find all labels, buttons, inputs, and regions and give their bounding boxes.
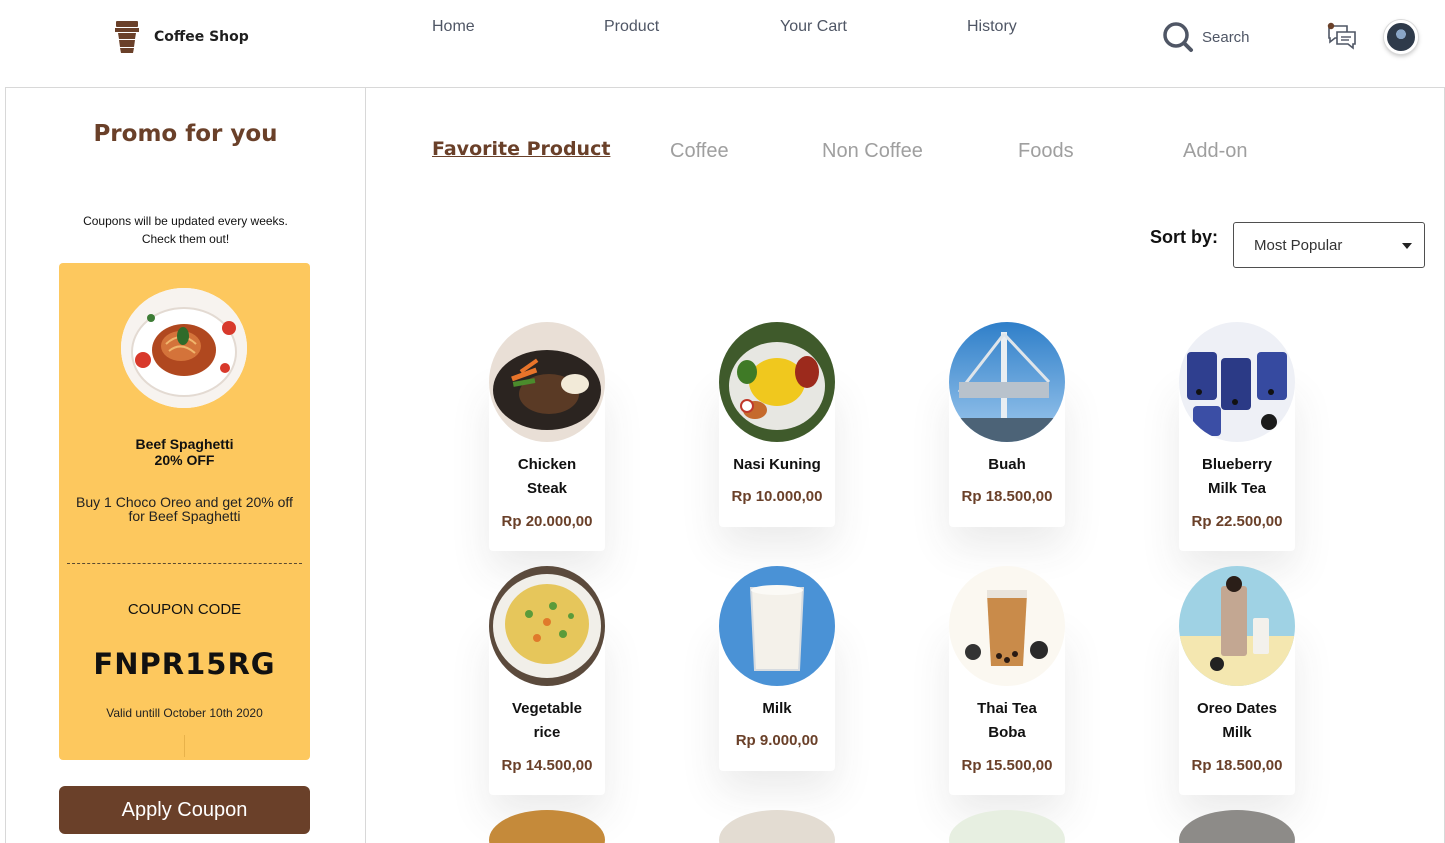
product-card-buah[interactable]: Buah Rp 18.500,00 xyxy=(949,322,1065,527)
product-price: Rp 14.500,00 xyxy=(501,757,593,774)
product-name-line1: Buah xyxy=(988,456,1026,473)
caret-down-icon xyxy=(1402,243,1412,249)
search-button[interactable]: Search xyxy=(1162,21,1250,53)
tab-non-coffee[interactable]: Non Coffee xyxy=(822,140,923,163)
coupon-validity: Valid untill October 10th 2020 xyxy=(106,706,263,720)
product-name-line1: Milk xyxy=(762,700,792,717)
sort-dropdown[interactable]: Most Popular xyxy=(1233,222,1425,268)
oreo-milk-image xyxy=(1179,566,1295,686)
coupon-discount: 20% OFF xyxy=(154,452,215,468)
user-avatar[interactable] xyxy=(1384,20,1418,54)
product-name: Chicken Steak xyxy=(489,453,605,501)
fried-rice-image xyxy=(489,566,605,686)
product-price: Rp 10.000,00 xyxy=(731,488,823,505)
product-panel: Favorite Product Coffee Non Coffee Foods… xyxy=(365,87,1445,843)
search-icon xyxy=(1163,22,1193,52)
product-name-line1: Chicken xyxy=(517,456,577,473)
product-name: Vegetable rice xyxy=(489,697,605,745)
coupon-description: Buy 1 Choco Oreo and get 20% off for Bee… xyxy=(65,495,304,523)
product-name-line1: Blueberry xyxy=(1201,456,1273,473)
promo-title: Promo for you xyxy=(93,121,278,147)
promo-description-line2: Check them out! xyxy=(141,232,230,246)
coupon-product-name: Beef Spaghetti 20% OFF xyxy=(59,436,310,468)
coupon-code: FNPR15RG xyxy=(93,647,276,681)
product-image-peek[interactable] xyxy=(719,810,835,843)
nav-home[interactable]: Home xyxy=(432,18,475,36)
coupon-description-line1: Buy 1 Choco Oreo and get 20% off xyxy=(76,494,293,510)
product-name-line2: rice xyxy=(533,724,561,741)
product-card-milk[interactable]: Milk Rp 9.000,00 xyxy=(719,566,835,771)
coupon-divider xyxy=(67,563,302,564)
product-card-blueberry-milk-tea[interactable]: Blueberry Milk Tea Rp 22.500,00 xyxy=(1179,322,1295,551)
product-price: Rp 9.000,00 xyxy=(735,732,819,749)
product-image-peek[interactable] xyxy=(1179,810,1295,843)
tab-favorite-product[interactable]: Favorite Product xyxy=(432,138,610,160)
product-name: Thai Tea Boba xyxy=(949,697,1065,745)
sort-selected-value: Most Popular xyxy=(1254,237,1343,254)
product-card-chicken-steak[interactable]: Chicken Steak Rp 20.000,00 xyxy=(489,322,605,551)
product-name-line2: Boba xyxy=(988,724,1026,741)
tab-add-on[interactable]: Add-on xyxy=(1183,140,1248,163)
apply-coupon-button[interactable]: Apply Coupon xyxy=(59,786,310,834)
product-name: Milk xyxy=(719,697,835,721)
product-name-line1: Nasi Kuning xyxy=(733,456,821,473)
coupon-code-label: COUPON CODE xyxy=(127,601,242,618)
promo-description: Coupons will be updated every weeks. Che… xyxy=(6,212,365,248)
product-name-line1: Oreo Dates xyxy=(1196,700,1278,717)
tab-foods[interactable]: Foods xyxy=(1018,140,1074,163)
product-name: Oreo Dates Milk xyxy=(1179,697,1295,745)
product-image-peek[interactable] xyxy=(489,810,605,843)
product-price: Rp 22.500,00 xyxy=(1191,513,1283,530)
search-label: Search xyxy=(1202,28,1250,46)
promo-description-line1: Coupons will be updated every weeks. xyxy=(83,214,288,228)
coupon-divider-tick xyxy=(184,735,185,757)
product-card-oreo-dates-milk[interactable]: Oreo Dates Milk Rp 18.500,00 xyxy=(1179,566,1295,795)
tab-coffee[interactable]: Coffee xyxy=(670,140,729,163)
product-price: Rp 20.000,00 xyxy=(501,513,593,530)
nasi-kuning-image xyxy=(719,322,835,442)
nav-product[interactable]: Product xyxy=(604,18,659,36)
product-name: Buah xyxy=(949,453,1065,477)
coupon-description-line2: for Beef Spaghetti xyxy=(128,508,241,524)
product-price: Rp 18.500,00 xyxy=(961,488,1053,505)
milk-image xyxy=(719,566,835,686)
product-card-thai-tea-boba[interactable]: Thai Tea Boba Rp 15.500,00 xyxy=(949,566,1065,795)
product-name-line1: Vegetable xyxy=(511,700,583,717)
steak-image xyxy=(489,322,605,442)
product-name: Nasi Kuning xyxy=(719,453,835,477)
sort-label: Sort by: xyxy=(1150,227,1219,247)
coupon-card[interactable]: Beef Spaghetti 20% OFF Buy 1 Choco Oreo … xyxy=(59,263,310,760)
chat-icon[interactable] xyxy=(1326,22,1358,52)
product-card-vegetable-rice[interactable]: Vegetable rice Rp 14.500,00 xyxy=(489,566,605,795)
spaghetti-image xyxy=(121,288,247,408)
product-card-nasi-kuning[interactable]: Nasi Kuning Rp 10.000,00 xyxy=(719,322,835,527)
blueberry-tea-image xyxy=(1179,322,1295,442)
top-header: Coffee Shop Home Product Your Cart Histo… xyxy=(0,0,1445,86)
product-name: Blueberry Milk Tea xyxy=(1179,453,1295,501)
product-price: Rp 18.500,00 xyxy=(1191,757,1283,774)
thai-tea-image xyxy=(949,566,1065,686)
product-name-line2: Milk xyxy=(1222,724,1252,741)
coupon-product-title: Beef Spaghetti xyxy=(135,436,234,452)
nav-history[interactable]: History xyxy=(967,18,1017,36)
product-price: Rp 15.500,00 xyxy=(961,757,1053,774)
product-name-line1: Thai Tea xyxy=(977,700,1037,717)
crane-image xyxy=(949,322,1065,442)
nav-your-cart[interactable]: Your Cart xyxy=(780,18,847,36)
product-image-peek[interactable] xyxy=(949,810,1065,843)
product-name-line2: Milk Tea xyxy=(1207,480,1267,497)
product-name-line2: Steak xyxy=(526,480,568,497)
promo-panel: Promo for you Coupons will be updated ev… xyxy=(5,87,366,843)
